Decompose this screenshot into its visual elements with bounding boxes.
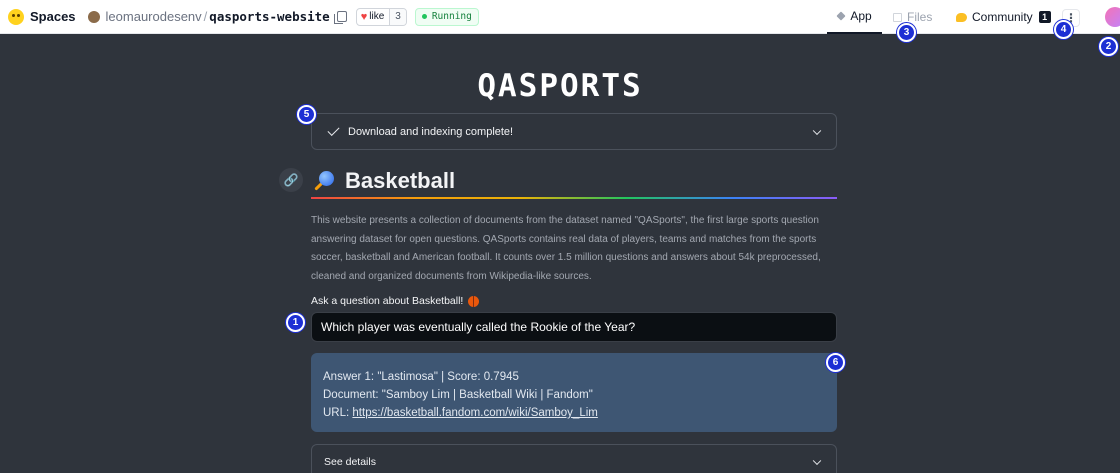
question-label-text: Ask a question about Basketball! xyxy=(311,295,464,307)
community-count-badge: 1 xyxy=(1038,11,1051,23)
copy-icon[interactable] xyxy=(333,11,347,24)
document-line: Document: "Samboy Lim | Basketball Wiki … xyxy=(323,389,593,401)
annotation-badge-3: 3 xyxy=(897,23,916,42)
repo-name-link[interactable]: qasports-website xyxy=(209,9,329,24)
status-message: Download and indexing complete! xyxy=(348,125,514,138)
chevron-down-icon xyxy=(812,126,822,135)
page-heading: Basketball xyxy=(313,168,455,194)
status-badge: Running xyxy=(414,7,479,26)
status-dot-icon xyxy=(421,14,427,19)
user-avatar[interactable] xyxy=(1105,7,1120,27)
annotation-badge-2: 2 xyxy=(1099,37,1118,56)
owner-avatar[interactable] xyxy=(87,10,100,23)
status-expander[interactable]: Download and indexing complete! xyxy=(311,113,837,150)
document-url-link[interactable]: https://basketball.fandom.com/wiki/Sambo… xyxy=(352,407,597,419)
annotation-badge-5: 5 xyxy=(297,105,316,124)
answer-line: Answer 1: "Lastimosa" | Score: 0.7945 xyxy=(323,371,519,383)
owner-link[interactable]: leomaurodesenv xyxy=(106,9,202,24)
anchor-link-icon[interactable]: 🔗 xyxy=(279,168,303,192)
breadcrumb-separator: / xyxy=(203,9,208,24)
ping-pong-icon xyxy=(313,170,335,192)
community-icon xyxy=(956,12,967,22)
tab-app[interactable]: App xyxy=(827,0,882,34)
chevron-down-icon xyxy=(812,456,822,466)
see-details-label: See details xyxy=(324,456,376,468)
top-navigation-bar: Spaces leomaurodesenv / qasports-website… xyxy=(0,0,1120,34)
question-label: Ask a question about Basketball! xyxy=(311,295,480,307)
url-prefix: URL: xyxy=(323,407,353,419)
like-label: like xyxy=(369,11,385,22)
annotation-badge-1: 1 xyxy=(286,313,305,332)
annotation-badge-4: 4 xyxy=(1054,20,1073,39)
app-logo-title: QASPORTS xyxy=(477,68,643,104)
breadcrumb: Spaces leomaurodesenv / qasports-website… xyxy=(0,0,479,33)
status-text: Running xyxy=(431,11,472,22)
answer-box: Answer 1: "Lastimosa" | Score: 0.7945 Do… xyxy=(311,353,837,432)
spaces-link[interactable]: Spaces xyxy=(30,9,76,24)
description-text: This website presents a collection of do… xyxy=(311,215,821,282)
tab-files-label: Files xyxy=(907,10,933,24)
checkmark-icon xyxy=(327,123,340,137)
rainbow-divider xyxy=(311,197,837,199)
heart-icon: ♥ xyxy=(360,10,368,23)
huggingface-logo-icon[interactable] xyxy=(8,8,24,25)
like-count[interactable]: 3 xyxy=(389,8,406,25)
tab-community-label: Community xyxy=(972,10,1033,24)
annotation-badge-6: 6 xyxy=(826,353,845,372)
cube-icon xyxy=(836,11,846,21)
tab-app-label: App xyxy=(850,9,872,23)
url-line: URL: https://basketball.fandom.com/wiki/… xyxy=(323,404,825,422)
like-button[interactable]: ♥ like 3 xyxy=(355,7,407,26)
question-input[interactable] xyxy=(311,312,837,342)
basketball-icon xyxy=(468,295,480,307)
page-heading-text: Basketball xyxy=(345,168,456,193)
tab-community[interactable]: Community 1 xyxy=(956,0,1051,34)
see-details-expander[interactable]: See details xyxy=(311,444,837,473)
files-icon xyxy=(893,12,902,22)
